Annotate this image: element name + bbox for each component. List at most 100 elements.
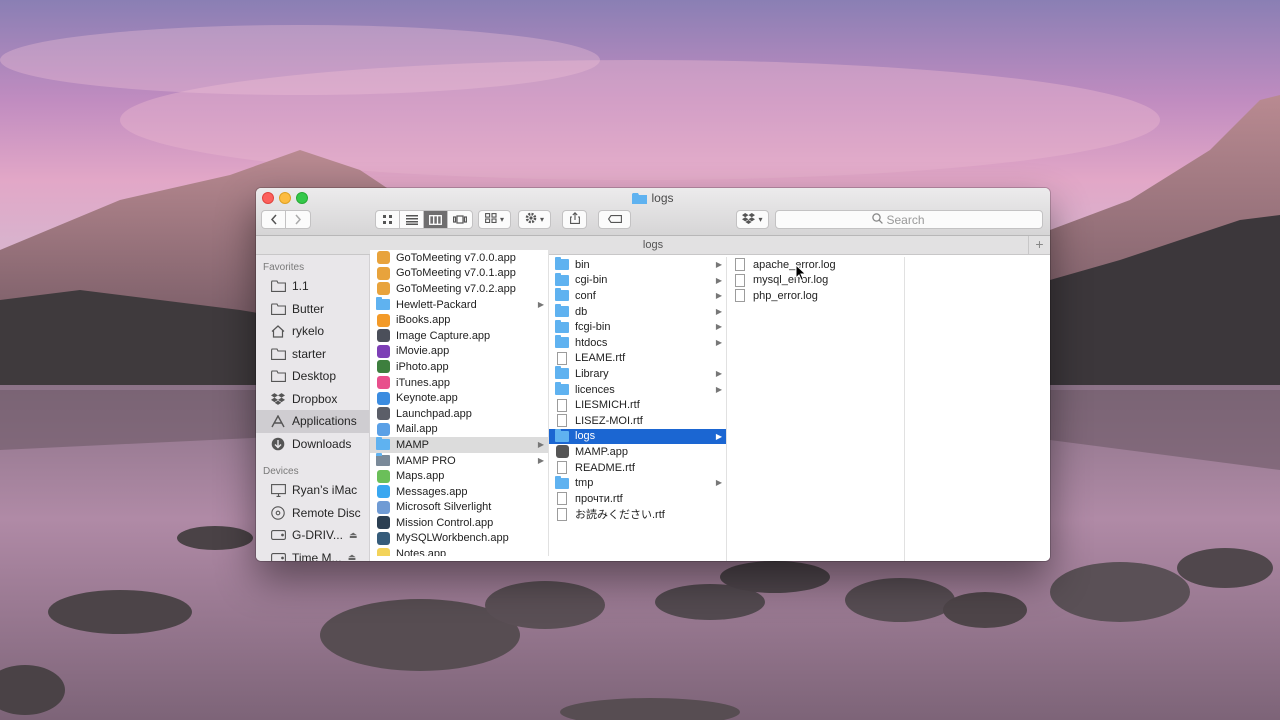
list-item[interactable]: Notes.app (370, 546, 548, 556)
cover-flow-icon[interactable] (448, 211, 472, 228)
dropbox-button[interactable]: ▾ (736, 210, 769, 229)
disclosure-arrow-icon: ▶ (715, 369, 722, 379)
list-item-label: Mission Control.app (396, 516, 494, 529)
sidebar-item-downloads[interactable]: Downloads (256, 433, 369, 456)
sidebar-item-time-m[interactable]: Time M... ⏏ (256, 547, 369, 561)
arrange-button[interactable]: ▾ (478, 210, 511, 229)
document-icon (733, 289, 747, 303)
disclosure-arrow-icon: ▶ (715, 306, 722, 316)
sidebar-devices-list: Ryan’s iMac Remote Disc G-DRIV... ⏏ Time M..… (256, 479, 369, 561)
list-item[interactable]: htdocs ▶ (549, 335, 726, 351)
list-item[interactable]: README.rtf (549, 460, 726, 476)
list-item[interactable]: php_error.log (727, 288, 904, 304)
sidebar-item-g-driv[interactable]: G-DRIV... ⏏ (256, 524, 369, 547)
list-item-label: Mail.app (396, 423, 438, 436)
list-item-label: GoToMeeting v7.0.0.app (396, 251, 516, 264)
title-bar[interactable]: logs ▾ ▾ ▾ Search (256, 188, 1050, 236)
list-item[interactable]: fcgi-bin ▶ (549, 319, 726, 335)
sidebar-item-butter[interactable]: Butter (256, 298, 369, 321)
list-item[interactable]: Image Capture.app (370, 328, 548, 344)
list-view-icon[interactable] (400, 211, 424, 228)
sidebar-item-ryan-s-imac[interactable]: Ryan’s iMac (256, 479, 369, 502)
sidebar: Favorites 1.1 Butter rykelo starter Desktop D… (256, 255, 370, 561)
action-button[interactable]: ▾ (518, 210, 551, 229)
list-item[interactable]: MySQLWorkbench.app (370, 531, 548, 547)
list-item[interactable]: LEAME.rtf (549, 351, 726, 367)
list-item-label: Notes.app (396, 548, 447, 556)
list-item[interactable]: iTunes.app (370, 375, 548, 391)
list-item[interactable]: Mail.app (370, 422, 548, 438)
list-item[interactable]: apache_error.log (727, 257, 904, 273)
list-item[interactable]: iBooks.app (370, 312, 548, 328)
sidebar-item-dropbox[interactable]: Dropbox (256, 388, 369, 411)
disclosure-arrow-icon: ▶ (537, 299, 544, 309)
search-input[interactable] (886, 212, 947, 227)
list-item[interactable]: Hewlett-Packard ▶ (370, 297, 548, 313)
list-item[interactable]: licences ▶ (549, 382, 726, 398)
list-item[interactable]: お読みください.rtf (549, 507, 726, 523)
sidebar-item-rykelo[interactable]: rykelo (256, 320, 369, 343)
path-bar-label: logs (642, 239, 664, 251)
list-item-label: tmp (575, 477, 594, 490)
sidebar-item-label: 1.1 (292, 279, 309, 294)
list-item[interactable]: iMovie.app (370, 344, 548, 360)
list-item[interactable]: Maps.app (370, 468, 548, 484)
tag-button[interactable] (598, 210, 631, 229)
list-item[interactable]: iPhoto.app (370, 359, 548, 375)
chevron-down-icon: ▾ (539, 215, 544, 224)
list-item[interactable]: Launchpad.app (370, 406, 548, 422)
sidebar-item-1-1[interactable]: 1.1 (256, 275, 369, 298)
column-mamp[interactable]: bin ▶ cgi-bin ▶ conf ▶ db ▶ fcgi-bin ▶ htdocs ▶ LEAM… (549, 257, 727, 561)
chevron-left-icon[interactable] (262, 211, 286, 228)
list-item[interactable]: tmp ▶ (549, 475, 726, 491)
list-item[interactable]: Library ▶ (549, 366, 726, 382)
list-item[interactable]: GoToMeeting v7.0.0.app (370, 250, 548, 266)
column-logs[interactable]: apache_error.log mysql_error.log php_error… (727, 257, 905, 561)
list-item[interactable]: GoToMeeting v7.0.2.app (370, 281, 548, 297)
disclosure-arrow-icon: ▶ (715, 275, 722, 285)
list-item[interactable]: Messages.app (370, 484, 548, 500)
folder-icon (555, 304, 569, 318)
list-item[interactable]: GoToMeeting v7.0.1.app (370, 266, 548, 282)
new-tab-button[interactable]: + (1028, 236, 1050, 254)
list-item[interactable]: db ▶ (549, 304, 726, 320)
list-item[interactable]: LIESMICH.rtf (549, 397, 726, 413)
app-icon (376, 376, 390, 390)
list-item[interactable]: Mission Control.app (370, 515, 548, 531)
list-item-label: прочти.rtf (575, 492, 623, 505)
list-item[interactable]: LISEZ-MOI.rtf (549, 413, 726, 429)
folder-icon (555, 335, 569, 349)
list-item[interactable]: conf ▶ (549, 288, 726, 304)
app-icon (555, 445, 569, 459)
list-item[interactable]: прочти.rtf (549, 491, 726, 507)
eject-icon[interactable]: ⏏ (348, 552, 357, 561)
list-item[interactable]: MAMP.app (549, 444, 726, 460)
sidebar-item-desktop[interactable]: Desktop (256, 365, 369, 388)
sidebar-item-starter[interactable]: starter (256, 343, 369, 366)
sidebar-item-applications[interactable]: Applications (256, 410, 369, 433)
list-item[interactable]: MAMP ▶ (370, 437, 548, 453)
list-item[interactable]: bin ▶ (549, 257, 726, 273)
list-item[interactable]: Microsoft Silverlight (370, 500, 548, 516)
list-item-label: README.rtf (575, 461, 635, 474)
search-field[interactable] (775, 210, 1043, 229)
list-item[interactable]: cgi-bin ▶ (549, 272, 726, 289)
list-item[interactable]: mysql_error.log (727, 273, 904, 289)
drive-icon (270, 528, 286, 542)
list-item-label: お読みください.rtf (575, 509, 665, 522)
disclosure-arrow-icon: ▶ (715, 384, 722, 394)
sidebar-item-remote-disc[interactable]: Remote Disc (256, 502, 369, 525)
document-icon (555, 414, 569, 428)
eject-icon[interactable]: ⏏ (349, 530, 358, 541)
icon-view-icon[interactable] (376, 211, 400, 228)
list-item[interactable]: logs ▶ (549, 428, 726, 445)
list-item[interactable]: MAMP PRO ▶ (370, 453, 548, 469)
folder-icon (555, 428, 569, 443)
list-item[interactable]: Keynote.app (370, 390, 548, 406)
column-applications[interactable]: GoToMeeting v7.0.0.app GoToMeeting v7.0.1… (370, 250, 549, 556)
disclosure-arrow-icon: ▶ (715, 291, 722, 301)
share-button[interactable] (562, 210, 587, 229)
chevron-right-icon[interactable] (286, 211, 310, 228)
document-icon (555, 507, 569, 521)
column-view-icon[interactable] (424, 211, 448, 228)
